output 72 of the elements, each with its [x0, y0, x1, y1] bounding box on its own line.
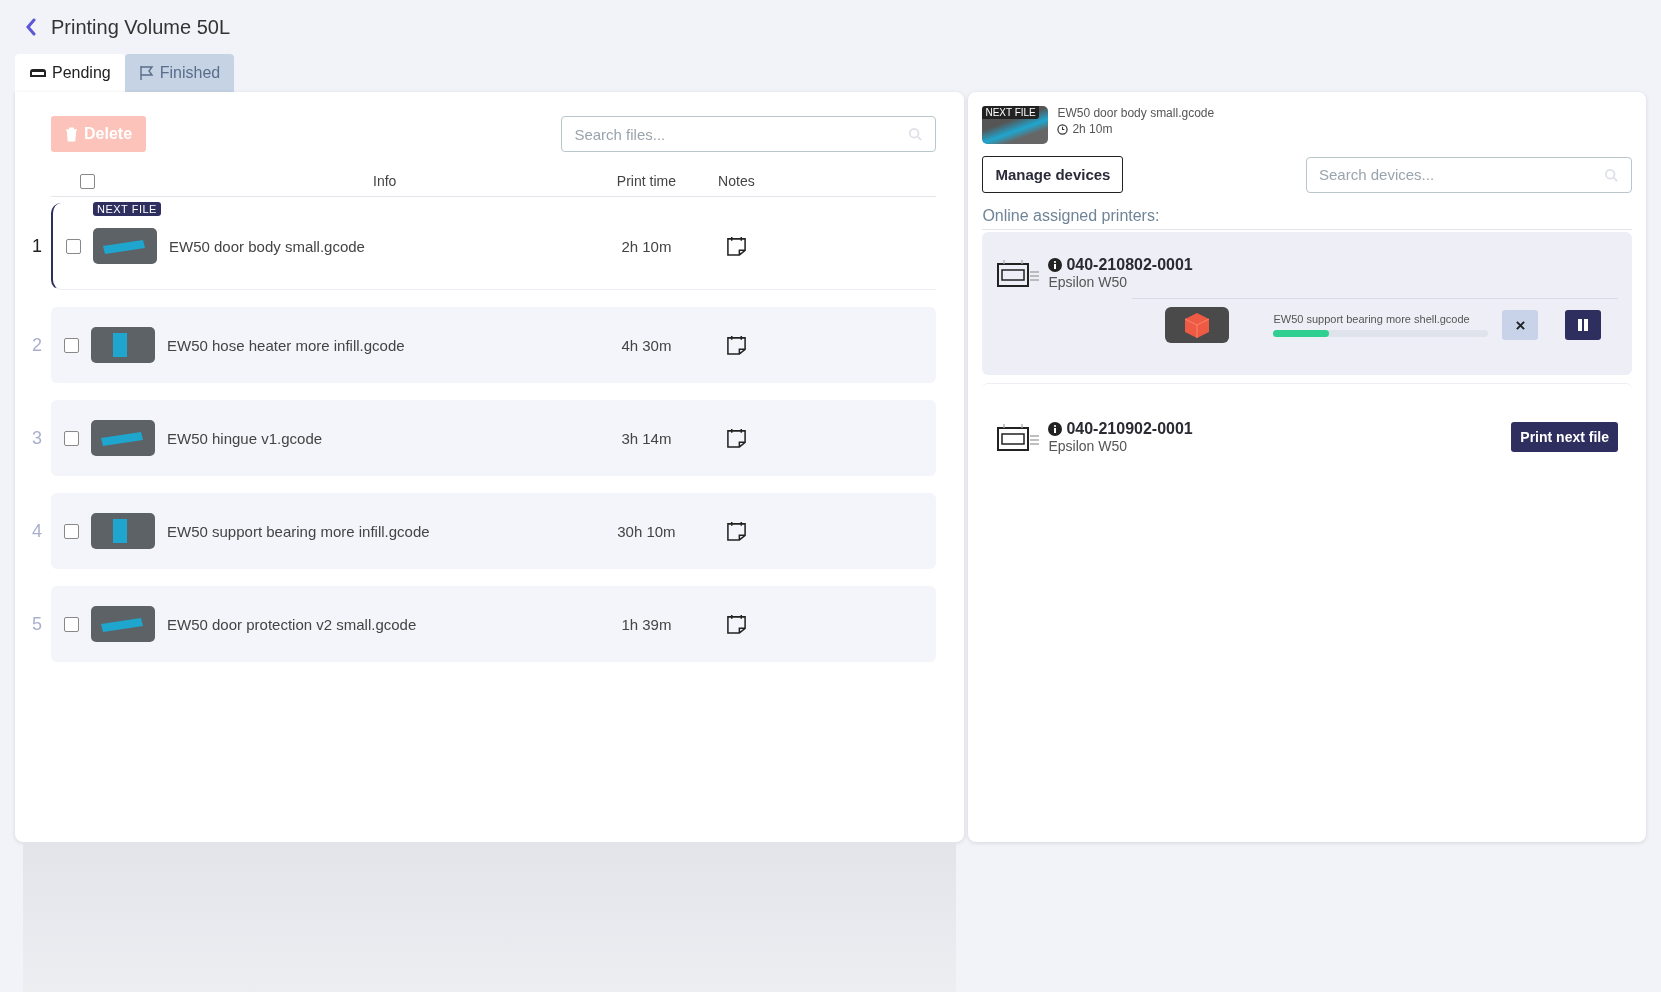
clock-icon	[1057, 123, 1069, 135]
printer-icon	[996, 422, 1041, 452]
pause-button[interactable]	[1565, 310, 1602, 340]
file-row[interactable]: NEXT FILE EW50 door body small.gcode 2h 10m	[51, 203, 937, 290]
part-thumbnail	[91, 327, 155, 363]
file-name: EW50 hingue v1.gcode	[167, 429, 324, 447]
printer-icon	[996, 258, 1041, 288]
info-icon[interactable]	[1048, 258, 1063, 272]
column-header: Notes	[717, 173, 756, 189]
notes-icon[interactable]	[725, 427, 747, 449]
row-checkbox[interactable]	[63, 616, 79, 632]
close-icon	[1515, 320, 1525, 330]
row-number: 3	[31, 427, 43, 449]
part-thumbnail	[91, 513, 155, 549]
printer-serial: 040-210902-0001	[1066, 420, 1193, 438]
search-field[interactable]: Search devices...	[1306, 156, 1632, 193]
file-row[interactable]: EW50 support bearing more infill.gcode 30h 10m	[51, 493, 937, 569]
cancel-button[interactable]	[1502, 310, 1539, 340]
column-header: Info	[372, 173, 398, 189]
column-header: Print time	[615, 173, 677, 189]
notes-icon[interactable]	[725, 235, 747, 257]
print-time: 3h 14m	[620, 429, 673, 447]
manage-devices-button[interactable]: Manage devices	[982, 156, 1124, 193]
tray-icon	[29, 68, 47, 78]
print-next-file-button[interactable]: Print next file	[1511, 422, 1618, 452]
job-file-name: EW50 support bearing more shell.gcode	[1273, 313, 1471, 325]
print-time: 4h 30m	[620, 336, 673, 354]
tab[interactable]: Pending	[15, 54, 125, 92]
search-icon	[1604, 167, 1618, 182]
print-time: 2h 10m	[620, 237, 673, 255]
row-checkbox[interactable]	[63, 337, 79, 353]
next-file-name: EW50 door body small.gcode	[1057, 106, 1215, 120]
printer-model: Epsilon W50	[1048, 274, 1128, 290]
page-title: Printing Volume 50L	[51, 15, 230, 39]
tab[interactable]: Finished	[124, 54, 235, 92]
search-field[interactable]: Search files...	[561, 116, 937, 152]
trash-icon	[65, 126, 78, 142]
notes-icon[interactable]	[725, 520, 747, 542]
file-name: EW50 door protection v2 small.gcode	[167, 615, 418, 633]
row-checkbox[interactable]	[63, 430, 79, 446]
part-thumbnail	[91, 420, 155, 456]
next-file-badge: NEXT FILE	[93, 202, 161, 216]
next-file-badge: NEXT FILE	[982, 106, 1039, 119]
print-time: 1h 39m	[620, 615, 673, 633]
row-number: 4	[31, 520, 43, 542]
row-checkbox[interactable]	[65, 238, 81, 254]
print-time: 30h 10m	[616, 522, 677, 540]
row-number: 5	[31, 613, 43, 635]
section-label: Online assigned printers:	[982, 207, 1632, 230]
select-all-checkbox[interactable]	[79, 173, 95, 189]
file-row[interactable]: EW50 hose heater more infill.gcode 4h 30m	[51, 307, 937, 383]
file-row[interactable]: EW50 door protection v2 small.gcode 1h 39m	[51, 586, 937, 662]
search-icon	[908, 127, 923, 141]
part-thumbnail	[93, 228, 157, 264]
part-thumbnail	[91, 606, 155, 642]
back-icon[interactable]	[25, 18, 37, 36]
row-number: 1	[31, 236, 43, 257]
next-file-time: 2h 10m	[1072, 122, 1113, 136]
notes-icon[interactable]	[725, 334, 747, 356]
printer-serial: 040-210802-0001	[1066, 256, 1193, 274]
file-row[interactable]: EW50 hingue v1.gcode 3h 14m	[51, 400, 937, 476]
info-icon[interactable]	[1048, 422, 1063, 436]
flag-icon	[138, 65, 155, 81]
notes-icon[interactable]	[725, 613, 747, 635]
file-name: EW50 hose heater more infill.gcode	[167, 336, 406, 354]
pause-icon	[1578, 319, 1589, 331]
printer-model: Epsilon W50	[1048, 438, 1128, 454]
file-name: EW50 support bearing more infill.gcode	[167, 522, 431, 540]
cube-thumbnail	[1165, 307, 1230, 343]
row-number: 2	[31, 334, 43, 356]
row-checkbox[interactable]	[63, 523, 79, 539]
file-name: EW50 door body small.gcode	[169, 237, 366, 255]
